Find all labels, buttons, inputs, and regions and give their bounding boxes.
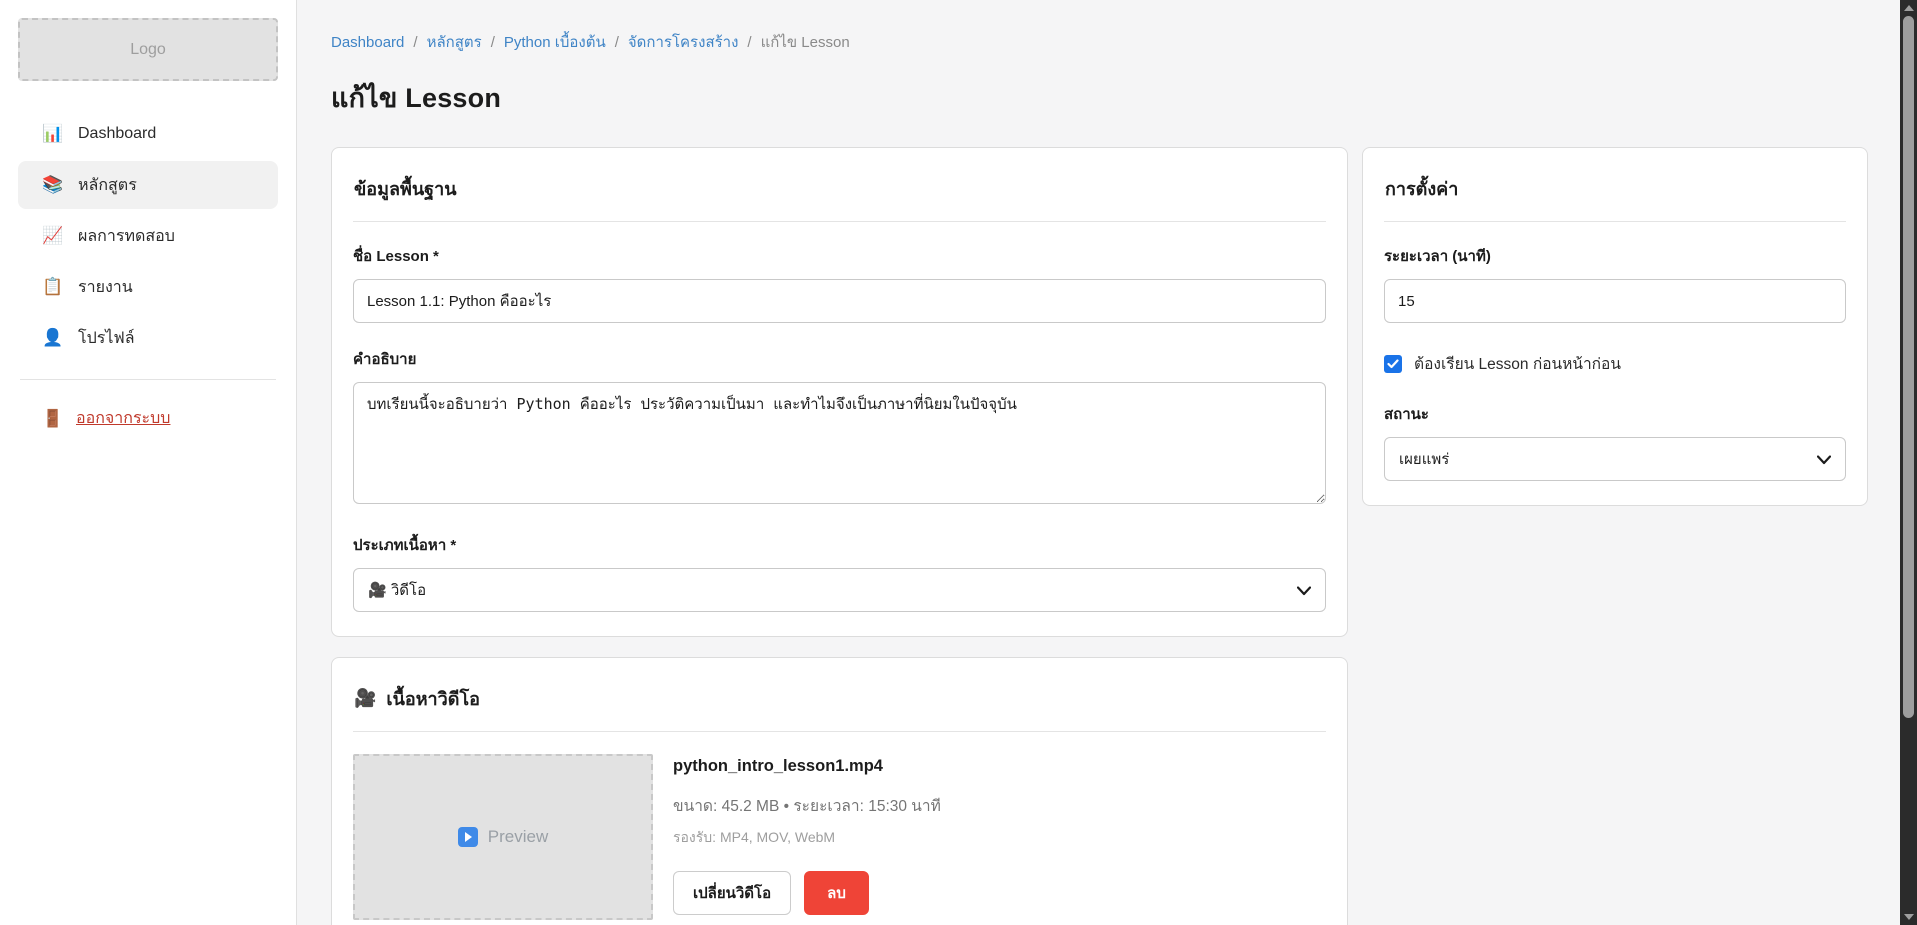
- sidebar-item-test-results[interactable]: 📈 ผลการทดสอบ: [18, 212, 278, 260]
- duration-label: ระยะเวลา (นาที): [1384, 244, 1846, 268]
- sidebar-item-reports[interactable]: 📋 รายงาน: [18, 263, 278, 311]
- video-body: Preview python_intro_lesson1.mp4 ขนาด: 4…: [353, 732, 1326, 920]
- status-value: เผยแพร่: [1399, 447, 1449, 471]
- breadcrumb-separator: /: [491, 34, 495, 51]
- basic-info-card: ข้อมูลพื้นฐาน ชื่อ Lesson * คำอธิบาย บทเ…: [331, 147, 1348, 637]
- video-meta: ขนาด: 45.2 MB • ระยะเวลา: 15:30 นาที: [673, 793, 941, 818]
- movie-camera-icon: 🎥: [354, 688, 376, 709]
- sidebar-item-profile[interactable]: 👤 โปรไฟล์: [18, 314, 278, 362]
- content-type-label: ประเภทเนื้อหา *: [353, 533, 1326, 557]
- status-select[interactable]: เผยแพร่: [1384, 437, 1846, 481]
- breadcrumb-link-dashboard[interactable]: Dashboard: [331, 34, 404, 51]
- prerequisite-checkbox[interactable]: [1384, 355, 1402, 373]
- video-preview[interactable]: Preview: [353, 754, 653, 920]
- sidebar-item-courses[interactable]: 📚 หลักสูตร: [18, 161, 278, 209]
- sidebar-divider: [20, 379, 276, 380]
- basic-info-header: ข้อมูลพื้นฐาน: [353, 168, 1326, 222]
- lesson-name-input[interactable]: [353, 279, 1326, 323]
- sidebar-item-dashboard[interactable]: 📊 Dashboard: [18, 110, 278, 158]
- chevron-down-icon: [1817, 452, 1831, 469]
- breadcrumb-separator: /: [747, 34, 751, 51]
- settings-card: การตั้งค่า ระยะเวลา (นาที) ต้องเรียน Les…: [1362, 147, 1868, 506]
- right-column: การตั้งค่า ระยะเวลา (นาที) ต้องเรียน Les…: [1362, 147, 1868, 506]
- content-type-group: ประเภทเนื้อหา * 🎥 วิดีโอ: [353, 533, 1326, 612]
- basic-info-title: ข้อมูลพื้นฐาน: [354, 174, 457, 203]
- content-type-value: 🎥 วิดีโอ: [368, 578, 426, 602]
- scrollbar-thumb[interactable]: [1903, 16, 1914, 718]
- content-type-select[interactable]: 🎥 วิดีโอ: [353, 568, 1326, 612]
- video-buttons: เปลี่ยนวิดีโอ ลบ: [673, 871, 941, 915]
- breadcrumb-link-course-python[interactable]: Python เบื้องต้น: [504, 30, 606, 54]
- sidebar-item-label: Dashboard: [78, 125, 156, 143]
- person-icon: 👤: [42, 328, 64, 348]
- clipboard-icon: 📋: [42, 277, 64, 297]
- left-column: ข้อมูลพื้นฐาน ชื่อ Lesson * คำอธิบาย บทเ…: [331, 147, 1348, 925]
- breadcrumb-link-courses[interactable]: หลักสูตร: [427, 30, 482, 54]
- video-content-title: เนื้อหาวิดีโอ: [386, 684, 480, 713]
- video-supported-formats: รองรับ: MP4, MOV, WebM: [673, 827, 941, 849]
- description-label: คำอธิบาย: [353, 347, 1326, 371]
- breadcrumb-link-structure[interactable]: จัดการโครงสร้าง: [628, 30, 739, 54]
- vertical-scrollbar[interactable]: [1900, 0, 1917, 925]
- video-info: python_intro_lesson1.mp4 ขนาด: 45.2 MB •…: [673, 754, 941, 920]
- main-content: Dashboard / หลักสูตร / Python เบื้องต้น …: [298, 0, 1917, 925]
- duration-input[interactable]: [1384, 279, 1846, 323]
- video-content-card: 🎥 เนื้อหาวิดีโอ Preview python_intro_les…: [331, 657, 1348, 925]
- breadcrumb: Dashboard / หลักสูตร / Python เบื้องต้น …: [331, 30, 1885, 54]
- preview-label: Preview: [488, 827, 548, 847]
- sidebar-item-label: โปรไฟล์: [78, 326, 135, 351]
- scrollbar-up-arrow-icon[interactable]: [1900, 0, 1917, 16]
- books-icon: 📚: [42, 175, 64, 195]
- duration-group: ระยะเวลา (นาที): [1384, 244, 1846, 323]
- description-textarea[interactable]: บทเรียนนี้จะอธิบายว่า Python คืออะไร ประ…: [353, 382, 1326, 504]
- page-title: แก้ไข Lesson: [331, 76, 1885, 119]
- breadcrumb-separator: /: [615, 34, 619, 51]
- lesson-name-group: ชื่อ Lesson *: [353, 244, 1326, 323]
- basic-info-body: ชื่อ Lesson * คำอธิบาย บทเรียนนี้จะอธิบา…: [353, 222, 1326, 612]
- delete-video-button[interactable]: ลบ: [804, 871, 869, 915]
- sidebar-item-label: หลักสูตร: [78, 173, 137, 198]
- settings-body: ระยะเวลา (นาที) ต้องเรียน Lesson ก่อนหน้…: [1384, 222, 1846, 481]
- chevron-down-icon: [1297, 583, 1311, 600]
- logo-label: Logo: [130, 41, 166, 59]
- sidebar-item-label: รายงาน: [78, 275, 133, 300]
- scrollbar-down-arrow-icon[interactable]: [1900, 909, 1917, 925]
- bar-chart-icon: 📊: [42, 124, 64, 144]
- play-icon: [458, 827, 478, 847]
- prerequisite-row: ต้องเรียน Lesson ก่อนหน้าก่อน: [1384, 351, 1846, 376]
- description-group: คำอธิบาย บทเรียนนี้จะอธิบายว่า Python คื…: [353, 347, 1326, 509]
- content-columns: ข้อมูลพื้นฐาน ชื่อ Lesson * คำอธิบาย บทเ…: [331, 147, 1885, 925]
- logout-row: 🚪 ออกจากระบบ: [18, 406, 278, 431]
- logout-link[interactable]: ออกจากระบบ: [76, 406, 170, 431]
- video-content-header: 🎥 เนื้อหาวิดีโอ: [353, 678, 1326, 732]
- sidebar-nav: 📊 Dashboard 📚 หลักสูตร 📈 ผลการทดสอบ 📋 รา…: [18, 110, 278, 362]
- status-group: สถานะ เผยแพร่: [1384, 402, 1846, 481]
- breadcrumb-separator: /: [413, 34, 417, 51]
- door-icon: 🚪: [42, 409, 64, 429]
- breadcrumb-current: แก้ไข Lesson: [761, 30, 850, 54]
- sidebar: Logo 📊 Dashboard 📚 หลักสูตร 📈 ผลการทดสอบ…: [0, 0, 297, 925]
- sidebar-item-label: ผลการทดสอบ: [78, 224, 175, 249]
- change-video-button[interactable]: เปลี่ยนวิดีโอ: [673, 871, 791, 915]
- video-filename: python_intro_lesson1.mp4: [673, 757, 941, 776]
- lesson-name-label: ชื่อ Lesson *: [353, 244, 1326, 268]
- settings-header: การตั้งค่า: [1384, 168, 1846, 222]
- settings-title: การตั้งค่า: [1385, 174, 1458, 203]
- logo-placeholder: Logo: [18, 18, 278, 81]
- chart-increasing-icon: 📈: [42, 226, 64, 246]
- status-label: สถานะ: [1384, 402, 1846, 426]
- prerequisite-label: ต้องเรียน Lesson ก่อนหน้าก่อน: [1414, 351, 1621, 376]
